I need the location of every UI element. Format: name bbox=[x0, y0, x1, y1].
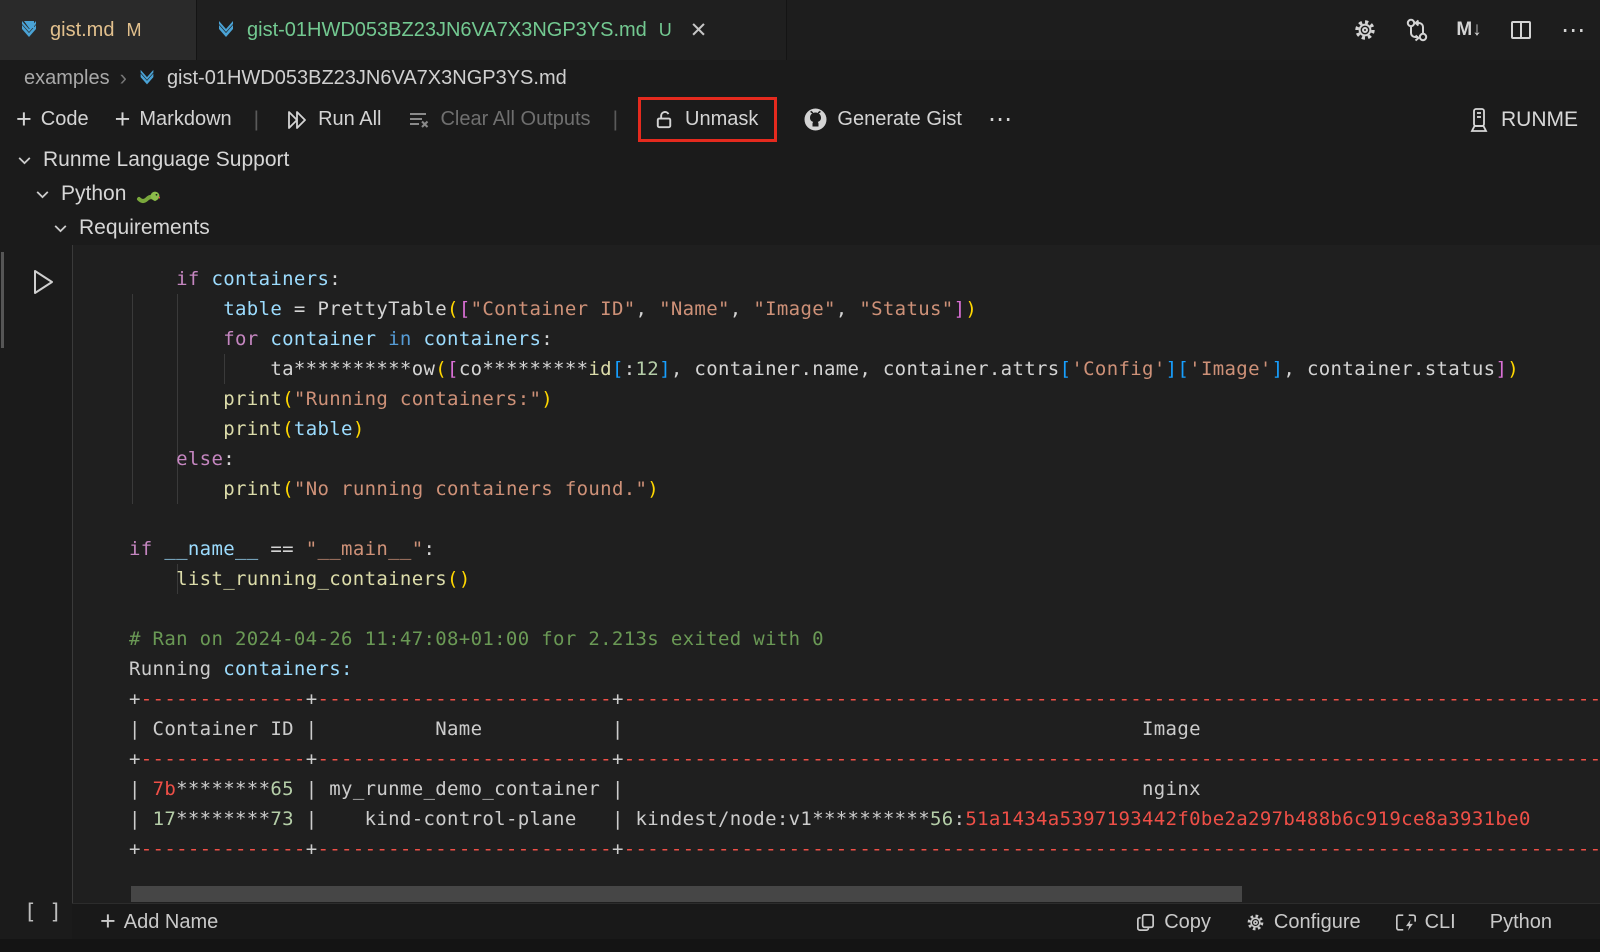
add-code-cell-button[interactable]: + Code bbox=[16, 108, 89, 131]
output-line: | 7b********65 | my_runme_demo_container… bbox=[129, 774, 1600, 804]
code-line: if __name__ == "__main__": bbox=[129, 534, 1600, 564]
code-line-masked: ta**********ow([co*********id[:12], cont… bbox=[129, 354, 1600, 384]
breadcrumb-separator: › bbox=[120, 65, 127, 91]
chevron-down-icon bbox=[16, 152, 33, 169]
code-line: list_running_containers() bbox=[129, 564, 1600, 594]
heading-label: Requirements bbox=[79, 216, 210, 240]
more-actions-icon[interactable]: ⋯ bbox=[1560, 17, 1586, 43]
vscode-window: gist.md M gist-01HWD053BZ23JN6VA7X3NGP3Y… bbox=[0, 0, 1600, 952]
output-line: +--------------+------------------------… bbox=[129, 834, 1600, 864]
output-line: Running containers: bbox=[129, 654, 1600, 684]
heading-python[interactable]: Python bbox=[0, 177, 1600, 211]
tab-label: gist.md bbox=[50, 19, 114, 42]
gear-icon[interactable] bbox=[1352, 17, 1378, 43]
notebook-toolbar: + Code + Markdown | Run All Clear All Ou… bbox=[0, 96, 1600, 143]
code-line: if containers: bbox=[129, 264, 1600, 294]
open-changes-icon[interactable] bbox=[1404, 17, 1430, 43]
plus-icon: + bbox=[100, 911, 116, 931]
add-markdown-cell-button[interactable]: + Markdown bbox=[115, 108, 232, 131]
chevron-down-icon bbox=[52, 220, 69, 237]
clear-all-outputs-button[interactable]: Clear All Outputs bbox=[407, 108, 590, 132]
markdown-file-icon bbox=[215, 19, 237, 41]
sticky-scroll: Runme Language Support Python Requiremen… bbox=[0, 143, 1600, 245]
output-line: +--------------+------------------------… bbox=[129, 744, 1600, 774]
heading-label: Runme Language Support bbox=[43, 148, 289, 172]
run-cell-button[interactable] bbox=[28, 266, 58, 298]
split-editor-icon[interactable] bbox=[1508, 17, 1534, 43]
code-line: print("Running containers:") bbox=[129, 384, 1600, 414]
run-all-button[interactable]: Run All bbox=[285, 108, 381, 132]
execution-status: [ ] bbox=[24, 900, 62, 924]
plus-icon: + bbox=[16, 109, 32, 129]
runme-logo-icon bbox=[1467, 107, 1491, 133]
output-line: +--------------+------------------------… bbox=[129, 684, 1600, 714]
cell-language-label[interactable]: Python bbox=[1490, 911, 1552, 934]
markdown-preview-icon[interactable]: M↓ bbox=[1456, 17, 1482, 43]
chevron-down-icon bbox=[34, 186, 51, 203]
copy-button[interactable]: Copy bbox=[1135, 911, 1211, 934]
code-cell[interactable]: if containers: table = PrettyTable(["Con… bbox=[72, 245, 1600, 903]
markdown-file-icon bbox=[137, 68, 157, 88]
tab-gist-md[interactable]: gist.md M bbox=[0, 0, 197, 60]
cell-footer: + Add Name Copy Configure bbox=[72, 903, 1600, 940]
code-editor-content[interactable]: if containers: table = PrettyTable(["Con… bbox=[129, 264, 1600, 864]
tab-label: gist-01HWD053BZ23JN6VA7X3NGP3YS.md bbox=[247, 19, 647, 42]
code-line: print("No running containers found.") bbox=[129, 474, 1600, 504]
gear-icon bbox=[1245, 912, 1266, 933]
code-line bbox=[129, 504, 1600, 534]
tab-gist-01hwd-md[interactable]: gist-01HWD053BZ23JN6VA7X3NGP3YS.md U ✕ bbox=[197, 0, 787, 60]
heading-label: Python bbox=[61, 182, 126, 206]
toolbar-separator: | bbox=[254, 108, 259, 132]
output-line: | 17********73 | kind-control-plane | ki… bbox=[129, 804, 1600, 834]
configure-button[interactable]: Configure bbox=[1245, 911, 1361, 934]
tab-untracked-badge: U bbox=[659, 20, 672, 41]
tab-modified-badge: M bbox=[126, 20, 141, 41]
generate-gist-button[interactable]: Generate Gist bbox=[803, 107, 962, 132]
toolbar-more-icon[interactable]: ⋯ bbox=[988, 105, 1014, 134]
clear-outputs-icon bbox=[407, 108, 431, 132]
github-octocat-icon bbox=[803, 107, 828, 132]
breadcrumb-file[interactable]: gist-01HWD053BZ23JN6VA7X3NGP3YS.md bbox=[167, 67, 567, 90]
runme-brand[interactable]: RUNME bbox=[1467, 96, 1578, 143]
close-tab-icon[interactable]: ✕ bbox=[690, 18, 708, 43]
horizontal-scrollbar[interactable] bbox=[131, 886, 1242, 902]
toolbar-separator: | bbox=[613, 108, 618, 132]
snake-emoji-icon bbox=[136, 184, 160, 204]
add-name-button[interactable]: + Add Name bbox=[100, 911, 218, 934]
editor-actions: M↓ ⋯ bbox=[1352, 0, 1586, 60]
copy-icon bbox=[1135, 912, 1156, 933]
breadcrumb: examples › gist-01HWD053BZ23JN6VA7X3NGP3… bbox=[24, 60, 567, 96]
code-line: print(table) bbox=[129, 414, 1600, 444]
scrollbar-sliver[interactable] bbox=[1, 252, 4, 348]
run-all-icon bbox=[285, 108, 309, 132]
code-line: table = PrettyTable(["Container ID", "Na… bbox=[129, 294, 1600, 324]
output-line: # Ran on 2024-04-26 11:47:08+01:00 for 2… bbox=[129, 624, 1600, 654]
play-icon bbox=[28, 266, 58, 298]
code-line: else: bbox=[129, 444, 1600, 474]
tab-bar: gist.md M gist-01HWD053BZ23JN6VA7X3NGP3Y… bbox=[0, 0, 1600, 60]
cli-terminal-icon bbox=[1395, 912, 1417, 933]
plus-icon: + bbox=[115, 109, 131, 129]
window-bottom-edge bbox=[0, 939, 1600, 952]
unmask-button-highlighted[interactable]: Unmask bbox=[638, 97, 777, 142]
output-line: | Container ID | Name | Image bbox=[129, 714, 1600, 744]
heading-requirements[interactable]: Requirements bbox=[0, 211, 1600, 245]
code-line: for container in containers: bbox=[129, 324, 1600, 354]
code-line bbox=[129, 594, 1600, 624]
unlock-icon bbox=[653, 108, 676, 131]
markdown-file-icon bbox=[18, 19, 40, 41]
breadcrumb-folder[interactable]: examples bbox=[24, 67, 110, 90]
cli-button[interactable]: CLI bbox=[1395, 911, 1456, 934]
heading-runme-language-support[interactable]: Runme Language Support bbox=[0, 143, 1600, 177]
